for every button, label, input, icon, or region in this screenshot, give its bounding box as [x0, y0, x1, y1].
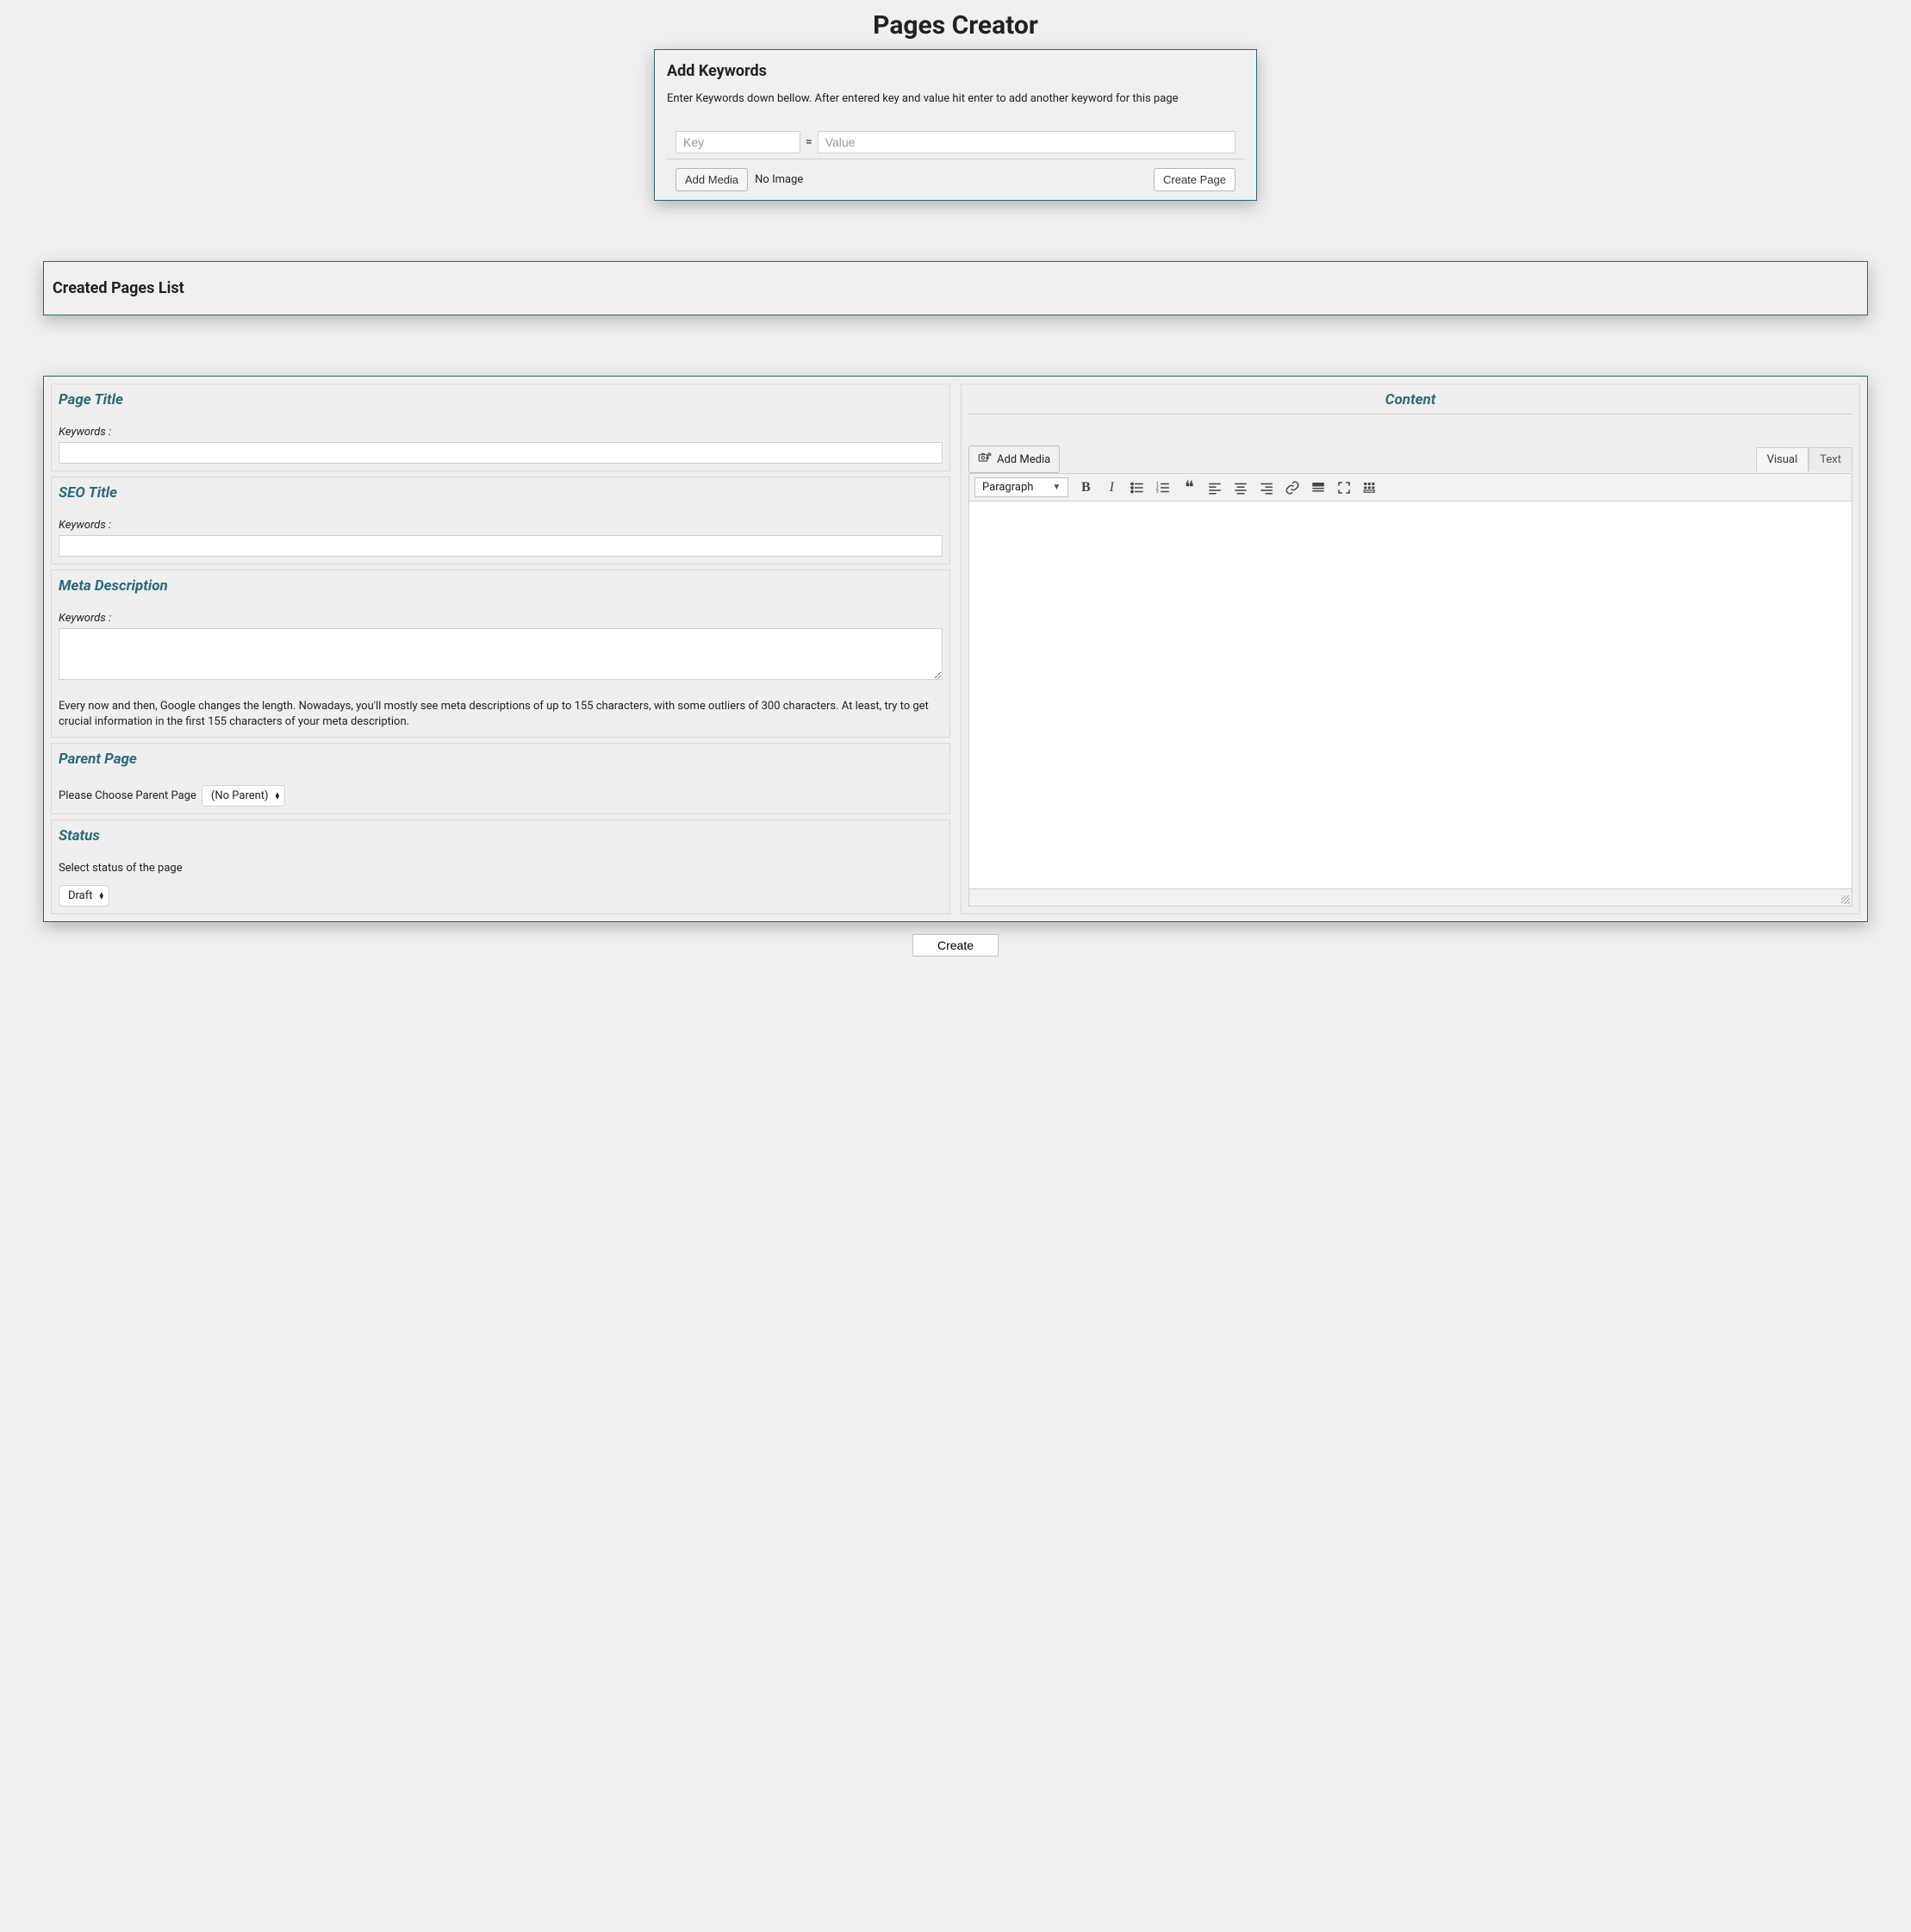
parent-page-select[interactable]: (No Parent)	[202, 785, 285, 807]
align-right-button[interactable]	[1258, 479, 1275, 496]
status-select[interactable]: Draft	[59, 885, 109, 907]
resize-grip-icon[interactable]	[1841, 895, 1850, 904]
meta-description-textarea[interactable]	[59, 628, 943, 680]
svg-text:3: 3	[1156, 489, 1159, 495]
link-button[interactable]	[1284, 479, 1301, 496]
page-title-keywords-label: Keywords :	[59, 426, 943, 439]
meta-description-help: Every now and then, Google changes the l…	[59, 699, 943, 730]
camera-music-icon	[978, 451, 992, 468]
page-title-card: Page Title Keywords :	[51, 383, 950, 471]
align-left-button[interactable]	[1206, 479, 1223, 496]
page-title-input[interactable]	[59, 442, 943, 464]
italic-button[interactable]: I	[1103, 479, 1120, 496]
meta-description-heading: Meta Description	[59, 577, 943, 595]
parent-page-select-value: (No Parent)	[211, 789, 269, 802]
bold-button[interactable]: B	[1077, 479, 1094, 496]
created-pages-list-heading: Created Pages List	[53, 279, 1858, 297]
blockquote-button[interactable]: ❝	[1180, 479, 1198, 496]
keyword-row: =	[667, 131, 1244, 159]
add-keywords-panel: Add Keywords Enter Keywords down bellow.…	[654, 49, 1257, 201]
content-editor-card: Content Add Media	[961, 383, 1860, 914]
status-select-value: Draft	[68, 889, 93, 902]
status-heading: Status	[59, 827, 943, 844]
parent-page-label: Please Choose Parent Page	[59, 789, 196, 802]
fullscreen-button[interactable]	[1335, 479, 1353, 496]
tab-text[interactable]: Text	[1808, 447, 1852, 471]
dropdown-icon: ▼	[1052, 483, 1061, 492]
tab-visual[interactable]: Visual	[1756, 447, 1809, 471]
toolbar-toggle-button[interactable]	[1361, 479, 1379, 496]
create-button[interactable]: Create	[912, 934, 999, 957]
seo-title-input[interactable]	[59, 535, 943, 557]
parent-page-card: Parent Page Please Choose Parent Page (N…	[51, 743, 950, 814]
add-keywords-description: Enter Keywords down bellow. After entere…	[667, 92, 1244, 105]
seo-title-card: SEO Title Keywords :	[51, 477, 950, 564]
keyword-key-input[interactable]	[675, 131, 800, 153]
editor-toolbar: Paragraph ▼ B I 123 ❝	[969, 474, 1852, 502]
seo-title-heading: SEO Title	[59, 484, 943, 502]
seo-title-keywords-label: Keywords :	[59, 519, 943, 532]
parent-page-heading: Parent Page	[59, 751, 943, 768]
paragraph-select[interactable]: Paragraph ▼	[974, 477, 1068, 497]
page-title-heading: Page Title	[59, 391, 943, 408]
add-media-button[interactable]: Add Media	[675, 168, 748, 191]
meta-description-keywords-label: Keywords :	[59, 612, 943, 625]
keyword-value-input[interactable]	[818, 131, 1236, 153]
add-keywords-heading: Add Keywords	[667, 62, 1244, 80]
create-page-button[interactable]: Create Page	[1154, 168, 1236, 191]
editor-statusbar	[969, 888, 1852, 906]
status-card: Status Select status of the page Draft	[51, 820, 950, 914]
no-image-text: No Image	[755, 173, 803, 186]
insert-read-more-button[interactable]	[1310, 479, 1327, 496]
editor-add-media-button[interactable]: Add Media	[968, 446, 1060, 473]
align-center-button[interactable]	[1232, 479, 1249, 496]
editor-add-media-label: Add Media	[997, 453, 1050, 466]
editor-content-area[interactable]	[969, 502, 1852, 888]
paragraph-select-value: Paragraph	[982, 481, 1033, 494]
meta-description-card: Meta Description Keywords : Every now an…	[51, 570, 950, 738]
content-heading: Content	[968, 391, 1852, 414]
numbered-list-button[interactable]: 123	[1155, 479, 1172, 496]
created-pages-list-panel: Created Pages List	[43, 261, 1868, 315]
bullet-list-button[interactable]	[1129, 479, 1146, 496]
page-form-panel: Page Title Keywords : SEO Title Keywords…	[43, 376, 1868, 922]
status-label: Select status of the page	[59, 862, 943, 875]
page-title: Pages Creator	[43, 10, 1868, 41]
select-arrows-icon	[100, 893, 104, 900]
select-arrows-icon	[276, 793, 280, 800]
equals-label: =	[806, 135, 812, 149]
